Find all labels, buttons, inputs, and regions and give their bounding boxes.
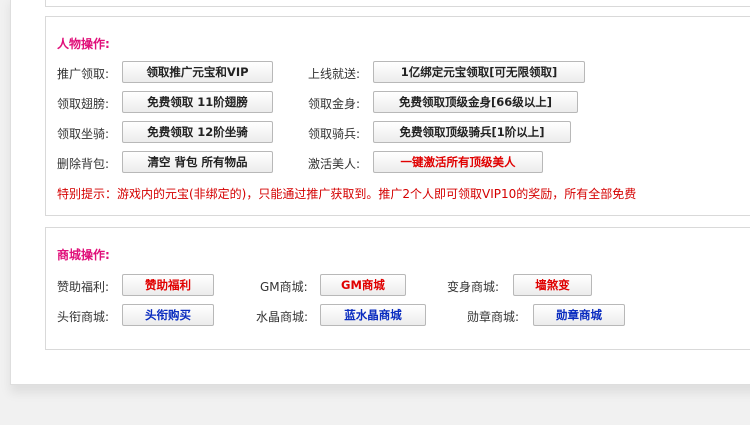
claim-promotion-button[interactable]: 领取推广元宝和VIP [122,61,273,83]
clear-bag-button[interactable]: 清空 背包 所有物品 [122,151,273,173]
special-notice: 特别提示：游戏内的元宝(非绑定的)，只能通过推广获取到。推广2个人即可领取VIP… [57,187,637,201]
label-crystal-shop: 水晶商城: [256,310,309,324]
shop-operations-panel: 商城操作: 赞助福利: 赞助福利 GM商城: GM商城 变身商城: 墙煞变 头衔… [45,227,750,350]
label-online-gift: 上线就送: [308,67,361,81]
label-title-shop: 头衔商城: [57,310,110,324]
sponsor-welfare-button[interactable]: 赞助福利 [122,274,214,296]
previous-panel [45,0,750,7]
claim-mount-button[interactable]: 免费领取 12阶坐骑 [122,121,273,143]
buy-title-button[interactable]: 头衔购买 [122,304,214,326]
label-wings: 领取翅膀: [57,97,110,111]
claim-cavalry-button[interactable]: 免费领取顶级骑兵[1阶以上] [373,121,571,143]
claim-bound-ingots-button[interactable]: 1亿绑定元宝领取[可无限领取] [373,61,585,83]
label-cavalry: 领取骑兵: [308,127,361,141]
label-transform-shop: 变身商城: [447,280,500,294]
label-promotion: 推广领取: [57,67,110,81]
shop-section-title: 商城操作: [57,248,110,262]
label-medal-shop: 勋章商城: [467,310,520,324]
medal-shop-button[interactable]: 勋章商城 [533,304,625,326]
person-section-title: 人物操作: [57,37,110,51]
person-operations-panel: 人物操作: 推广领取: 领取推广元宝和VIP 上线就送: 1亿绑定元宝领取[可无… [45,16,750,216]
activate-beauties-button[interactable]: 一键激活所有顶级美人 [373,151,543,173]
blue-crystal-shop-button[interactable]: 蓝水晶商城 [320,304,426,326]
main-container: 人物操作: 推广领取: 领取推广元宝和VIP 上线就送: 1亿绑定元宝领取[可无… [10,0,750,385]
label-gm-shop: GM商城: [260,280,308,294]
label-golden-body: 领取金身: [308,97,361,111]
gm-shop-button[interactable]: GM商城 [320,274,406,296]
claim-wings-button[interactable]: 免费领取 11阶翅膀 [122,91,273,113]
label-sponsor: 赞助福利: [57,280,110,294]
label-clear-bag: 删除背包: [57,157,110,171]
transform-shop-button[interactable]: 墙煞变 [513,274,592,296]
label-mount: 领取坐骑: [57,127,110,141]
claim-golden-body-button[interactable]: 免费领取顶级金身[66级以上] [373,91,578,113]
label-activate-beauty: 激活美人: [308,157,361,171]
